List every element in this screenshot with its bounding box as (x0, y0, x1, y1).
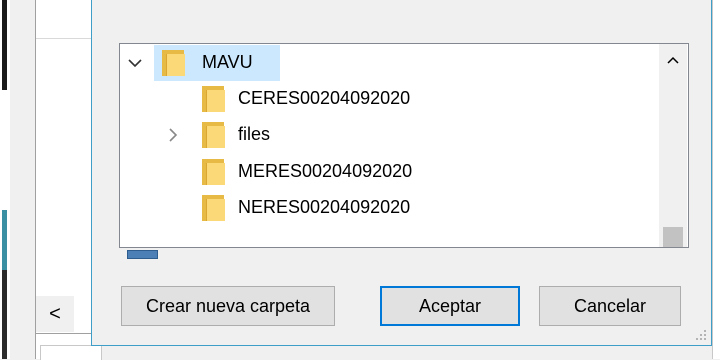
tree-item-label: MAVU (202, 52, 253, 72)
size-grip-icon[interactable] (695, 330, 707, 342)
chevron-right-icon[interactable] (164, 126, 182, 144)
tree-item-label: MERES00204092020 (238, 161, 413, 181)
folder-icon (202, 159, 225, 185)
folder-icon (202, 86, 225, 112)
folder-tree[interactable]: MAVU CERES00204092020 files MERES0020409… (119, 43, 689, 248)
ok-button[interactable]: Aceptar (380, 286, 520, 326)
scroll-left-icon[interactable]: < (36, 296, 74, 332)
background-window-edge (0, 0, 10, 359)
chevron-down-icon[interactable] (126, 54, 144, 72)
tree-item-mavu[interactable]: MAVU (120, 45, 660, 81)
tree-item-label: files (238, 124, 271, 144)
folder-icon (162, 50, 185, 76)
folder-browser-dialog: MAVU CERES00204092020 files MERES0020409… (91, 0, 712, 346)
vertical-scrollbar[interactable] (659, 44, 687, 247)
tree-item-meres[interactable]: MERES00204092020 (120, 154, 660, 190)
folder-icon (202, 195, 225, 221)
tree-item-neres[interactable]: NERES00204092020 (120, 190, 660, 226)
new-folder-button[interactable]: Crear nueva carpeta (121, 286, 335, 326)
tree-item-ceres[interactable]: CERES00204092020 (120, 81, 660, 117)
tree-item-files[interactable]: files (120, 117, 660, 153)
tree-item-label: NERES00204092020 (238, 197, 411, 217)
background-field (40, 345, 102, 360)
resize-handle[interactable] (127, 250, 158, 259)
background-window-right-edge (712, 0, 720, 359)
cancel-button[interactable]: Cancelar (539, 286, 681, 326)
scroll-up-icon[interactable] (659, 44, 687, 76)
tree-item-label: CERES00204092020 (238, 88, 411, 108)
background-divider (35, 333, 95, 334)
folder-icon (202, 122, 225, 148)
scrollbar-thumb[interactable] (663, 227, 683, 247)
